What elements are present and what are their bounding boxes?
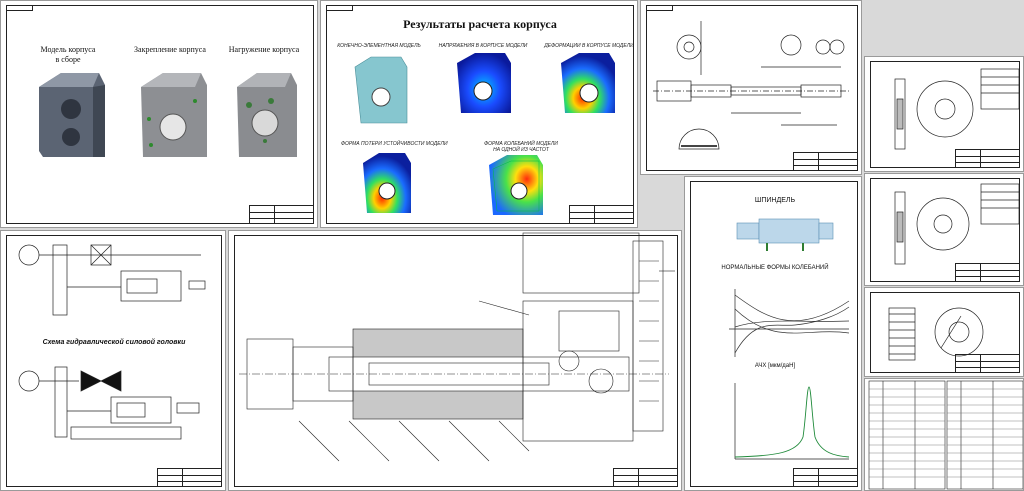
vibration-modes-plot <box>729 289 850 357</box>
spindle-dynamics-graphics <box>729 218 850 460</box>
afc-plot <box>734 383 850 460</box>
specification-tables <box>868 380 1023 490</box>
gear-part-drawing-1 <box>894 68 1020 150</box>
housing-models-graphics <box>39 73 297 157</box>
spindle-part-drawing <box>653 21 851 150</box>
sheet-spindle-drawing[interactable] <box>640 0 862 175</box>
housing-model-image <box>39 73 105 157</box>
sheet-hydraulic-scheme[interactable]: Схема гидравлической силовой головки <box>0 230 226 491</box>
hydraulic-scheme-graphics <box>18 244 206 440</box>
vibration-mode-image <box>489 155 543 215</box>
sheet-gear-drawing-3[interactable] <box>864 287 1024 377</box>
housing-fixed-image <box>141 73 207 157</box>
sheet-housing-assembly[interactable]: Модель корпуса в сборе Закрепление корпу… <box>0 0 318 228</box>
sheet-gear-drawing-2[interactable] <box>864 173 1024 286</box>
stresses-image <box>457 53 511 113</box>
sheet-bill-of-materials[interactable] <box>864 378 1024 491</box>
spindle-assembly-drawing <box>239 232 675 462</box>
spindle-model-image <box>736 218 834 251</box>
sheet-housing-results[interactable]: Результаты расчета корпуса КОНЕЧНО-ЭЛЕМЕ… <box>320 0 638 228</box>
sheet-spindle-dynamics[interactable]: ШПИНДЕЛЬ НОРМАЛЬНЫЕ ФОРМЫ КОЛЕБАНИЙ АЧХ … <box>684 176 862 491</box>
deformations-image <box>561 53 615 113</box>
sheet-spindle-assembly[interactable] <box>228 230 682 491</box>
fea-results-graphics <box>354 53 615 215</box>
sheet-gear-drawing-1[interactable] <box>864 56 1024 172</box>
housing-loaded-image <box>237 73 297 157</box>
stability-image <box>363 153 411 213</box>
pulley-part-drawing <box>888 307 984 361</box>
gear-part-drawing-2 <box>894 183 1020 265</box>
fe-model-image <box>354 56 408 124</box>
